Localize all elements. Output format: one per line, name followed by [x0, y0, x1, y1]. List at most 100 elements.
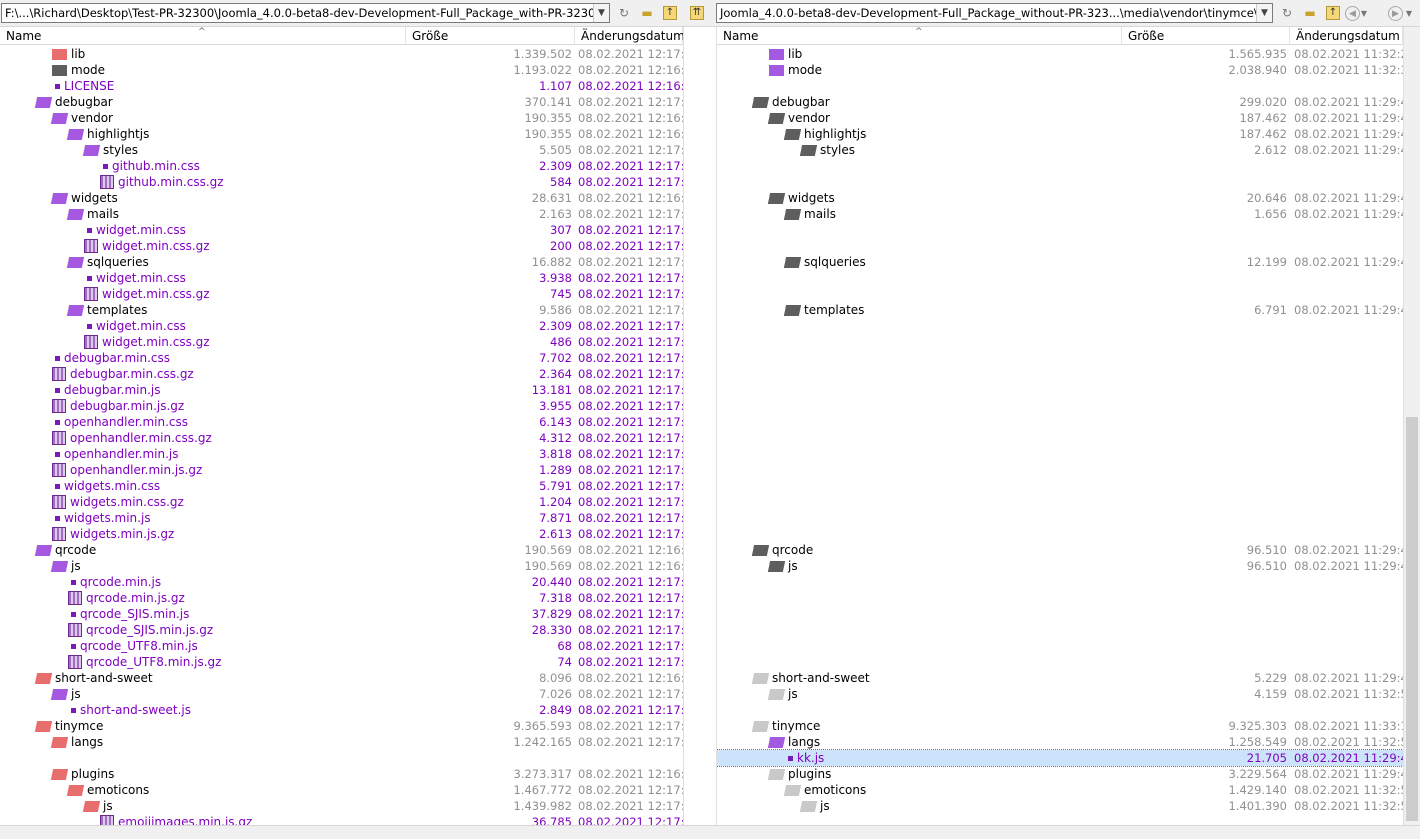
right-tree-row[interactable]: vendor 187.462 08.02.2021 11:29:42 [717, 110, 1403, 126]
right-back-dropdown-icon[interactable]: ▼ [1359, 4, 1369, 22]
left-tree-row [0, 750, 683, 766]
left-tree-row[interactable]: tinymce 9.365.593 08.02.2021 12:17:46 [0, 718, 683, 734]
right-tree-row[interactable]: mails 1.656 08.02.2021 11:29:42 [717, 206, 1403, 222]
left-tree-row[interactable]: openhandler.min.css.gz 4.312 08.02.2021 12… [0, 430, 683, 446]
left-tree-row[interactable]: qrcode_SJIS.min.js.gz 28.330 08.02.2021 12… [0, 622, 683, 638]
right-tree-row[interactable]: tinymce 9.325.303 08.02.2021 11:33:14 [717, 718, 1403, 734]
left-refresh-icon[interactable]: ↻ [614, 4, 634, 22]
right-tree-row[interactable]: qrcode 96.510 08.02.2021 11:29:42 [717, 542, 1403, 558]
left-tree-row[interactable]: short-and-sweet 8.096 08.02.2021 12:16:56 [0, 670, 683, 686]
left-tree-row[interactable]: widgets 28.631 08.02.2021 12:16:56 [0, 190, 683, 206]
left-tree-row[interactable]: sqlqueries 16.882 08.02.2021 12:17:46 [0, 254, 683, 270]
right-parent-folder-icon[interactable]: ↑ [1326, 6, 1340, 20]
left-tree-row[interactable]: plugins 3.273.317 08.02.2021 12:16:56 [0, 766, 683, 782]
left-tree-row[interactable]: highlightjs 190.355 08.02.2021 12:16:56 [0, 126, 683, 142]
left-tree-row[interactable]: templates 9.586 08.02.2021 12:17:46 [0, 302, 683, 318]
left-tree-row[interactable]: widget.min.css.gz 486 08.02.2021 12:17:46 [0, 334, 683, 350]
right-tree-row[interactable]: sqlqueries 12.199 08.02.2021 11:29:42 [717, 254, 1403, 270]
sort-up-icon: ^ [198, 27, 206, 37]
right-tree-row[interactable]: plugins 3.229.564 08.02.2021 11:29:42 [717, 766, 1403, 782]
left-tree-row[interactable]: widgets.min.css 5.791 08.02.2021 12:17:22 [0, 478, 683, 494]
right-tree-row[interactable]: lib 1.565.935 08.02.2021 11:32:22 [717, 46, 1403, 62]
left-tree-row[interactable]: debugbar 370.141 08.02.2021 12:17:46 [0, 94, 683, 110]
left-tree-row[interactable]: emoticons 1.467.772 08.02.2021 12:17:46 [0, 782, 683, 798]
left-tree-row[interactable]: openhandler.min.css 6.143 08.02.2021 12:17… [0, 414, 683, 430]
right-tree-row[interactable]: debugbar 299.020 08.02.2021 11:29:42 [717, 94, 1403, 110]
right-tree-row[interactable]: styles 2.612 08.02.2021 11:29:42 [717, 142, 1403, 158]
left-tree-row[interactable]: LICENSE 1.107 08.02.2021 12:16:56 [0, 78, 683, 94]
right-forward-dropdown-icon[interactable]: ▼ [1404, 4, 1414, 22]
left-tree-row[interactable]: qrcode.min.js.gz 7.318 08.02.2021 12:17:46 [0, 590, 683, 606]
left-parent-folder-icon[interactable]: ↑ [663, 6, 677, 20]
left-tree-row[interactable]: vendor 190.355 08.02.2021 12:16:56 [0, 110, 683, 126]
left-tree-row[interactable]: widget.min.css 307 08.02.2021 12:17:22 [0, 222, 683, 238]
left-tree-row[interactable]: widget.min.css.gz 745 08.02.2021 12:17:46 [0, 286, 683, 302]
left-tree-row[interactable]: github.min.css 2.309 08.02.2021 12:17:22 [0, 158, 683, 174]
right-back-icon[interactable]: ◀ [1345, 6, 1360, 21]
right-forward-icon[interactable]: ▶ [1388, 6, 1403, 21]
left-tree-row[interactable]: debugbar.min.css 7.702 08.02.2021 12:17:22 [0, 350, 683, 366]
left-tree-row[interactable]: qrcode.min.js 20.440 08.02.2021 12:17:00 [0, 574, 683, 590]
left-col-date[interactable]: Änderungsdatum [575, 27, 683, 45]
left-tree-row[interactable]: widgets.min.js.gz 2.613 08.02.2021 12:17:4… [0, 526, 683, 542]
left-tree-row[interactable]: openhandler.min.js.gz 1.289 08.02.2021 12:… [0, 462, 683, 478]
left-tree-row[interactable]: qrcode 190.569 08.02.2021 12:16:56 [0, 542, 683, 558]
right-tree-row[interactable]: js 96.510 08.02.2021 11:29:42 [717, 558, 1403, 574]
left-tree-row[interactable]: widgets.min.css.gz 1.204 08.02.2021 12:17:… [0, 494, 683, 510]
right-browse-folder-icon[interactable]: ▬ [1300, 4, 1320, 22]
left-tree-row[interactable]: qrcode_UTF8.min.js.gz 74 08.02.2021 12:17:… [0, 654, 683, 670]
right-tree-row[interactable]: short-and-sweet 5.229 08.02.2021 11:29:42 [717, 670, 1403, 686]
right-tree-row[interactable]: js 1.401.390 08.02.2021 11:32:58 [717, 798, 1403, 814]
left-browse-folder-icon[interactable]: ▬ [637, 4, 657, 22]
left-tree-row[interactable]: openhandler.min.js 3.818 08.02.2021 12:17:… [0, 446, 683, 462]
left-tree-row[interactable]: widget.min.css 3.938 08.02.2021 12:17:22 [0, 270, 683, 286]
left-tree-row[interactable]: mode 1.193.022 08.02.2021 12:16:56 [0, 62, 683, 78]
right-tree-row[interactable]: kk.js 21.705 08.02.2021 11:29:42 [717, 749, 1403, 767]
right-tree-row[interactable]: emoticons 1.429.140 08.02.2021 11:32:58 [717, 782, 1403, 798]
left-row-date: 08.02.2021 12:17:46 [578, 815, 683, 825]
right-tree-row[interactable]: js 4.159 08.02.2021 11:32:54 [717, 686, 1403, 702]
right-path-dropdown-icon[interactable]: ▼ [1256, 4, 1272, 22]
right-col-size[interactable]: Größe [1122, 27, 1290, 45]
left-tree-row[interactable]: qrcode_UTF8.min.js 68 08.02.2021 12:17:00 [0, 638, 683, 654]
pane-divider[interactable] [683, 27, 717, 825]
left-tree-row[interactable]: emojiimages.min.js.gz 36.785 08.02.2021 12… [0, 814, 683, 825]
right-tree-row[interactable]: widgets 20.646 08.02.2021 11:29:42 [717, 190, 1403, 206]
left-tree-row[interactable]: lib 1.339.502 08.02.2021 12:17:46 [0, 46, 683, 62]
left-tree-row[interactable]: widget.min.css.gz 200 08.02.2021 12:17:46 [0, 238, 683, 254]
left-tree-row[interactable]: github.min.css.gz 584 08.02.2021 12:17:46 [0, 174, 683, 190]
left-tree-row[interactable]: debugbar.min.css.gz 2.364 08.02.2021 12:17… [0, 366, 683, 382]
left-row-size: 190.569 [524, 559, 572, 573]
right-tree-row[interactable]: templates 6.791 08.02.2021 11:29:42 [717, 302, 1403, 318]
left-tree-row[interactable]: js 7.026 08.02.2021 12:17:46 [0, 686, 683, 702]
left-tree-row[interactable]: js 1.439.982 08.02.2021 12:17:46 [0, 798, 683, 814]
left-tree-row[interactable]: langs 1.242.165 08.02.2021 12:17:46 [0, 734, 683, 750]
left-tree-row[interactable]: short-and-sweet.js 2.849 08.02.2021 12:17:… [0, 702, 683, 718]
left-path-input[interactable]: F:\...\Richard\Desktop\Test-PR-32300\Joo… [1, 3, 610, 23]
left-tree-row[interactable]: mails 2.163 08.02.2021 12:17:46 [0, 206, 683, 222]
left-tree-row[interactable]: debugbar.min.js.gz 3.955 08.02.2021 12:17:… [0, 398, 683, 414]
left-tree-row[interactable]: widgets.min.js 7.871 08.02.2021 12:17:00 [0, 510, 683, 526]
right-col-name[interactable]: Name ^ [717, 27, 1122, 45]
left-col-size[interactable]: Größe [406, 27, 575, 45]
left-tree-row[interactable]: debugbar.min.js 13.181 08.02.2021 12:17:00 [0, 382, 683, 398]
left-col-name[interactable]: Name ^ [0, 27, 406, 45]
right-tree-row[interactable]: highlightjs 187.462 08.02.2021 11:29:42 [717, 126, 1403, 142]
right-tree-row[interactable]: mode 2.038.940 08.02.2021 11:32:34 [717, 62, 1403, 78]
right-tree-row [717, 638, 1403, 654]
left-tree-row[interactable]: qrcode_SJIS.min.js 37.829 08.02.2021 12:17… [0, 606, 683, 622]
left-tree-row[interactable]: widget.min.css 2.309 08.02.2021 12:17:22 [0, 318, 683, 334]
left-tree-row[interactable]: js 190.569 08.02.2021 12:16:56 [0, 558, 683, 574]
scrollbar-thumb[interactable] [1406, 417, 1418, 821]
right-vertical-scrollbar[interactable] [1403, 27, 1420, 825]
right-refresh-icon[interactable]: ↻ [1277, 4, 1297, 22]
right-col-date[interactable]: Änderungsdatum [1290, 27, 1403, 45]
right-tree-row [717, 270, 1403, 286]
left-path-dropdown-icon[interactable]: ▼ [593, 4, 609, 22]
left-tree-row[interactable]: styles 5.505 08.02.2021 12:17:46 [0, 142, 683, 158]
right-tree-row[interactable]: langs 1.258.549 08.02.2021 11:32:56 [717, 734, 1403, 750]
right-path-input[interactable]: Joomla_4.0.0-beta8-dev-Development-Full_… [716, 3, 1273, 23]
left-file-pane[interactable]: Name ^ Größe Änderungsdatum lib 1.339.502 0… [0, 27, 683, 825]
left-root-folder-icon[interactable]: ⇈ [690, 6, 704, 20]
right-file-pane[interactable]: Name ^ Größe Änderungsdatum lib 1.565.935 0… [717, 27, 1403, 825]
